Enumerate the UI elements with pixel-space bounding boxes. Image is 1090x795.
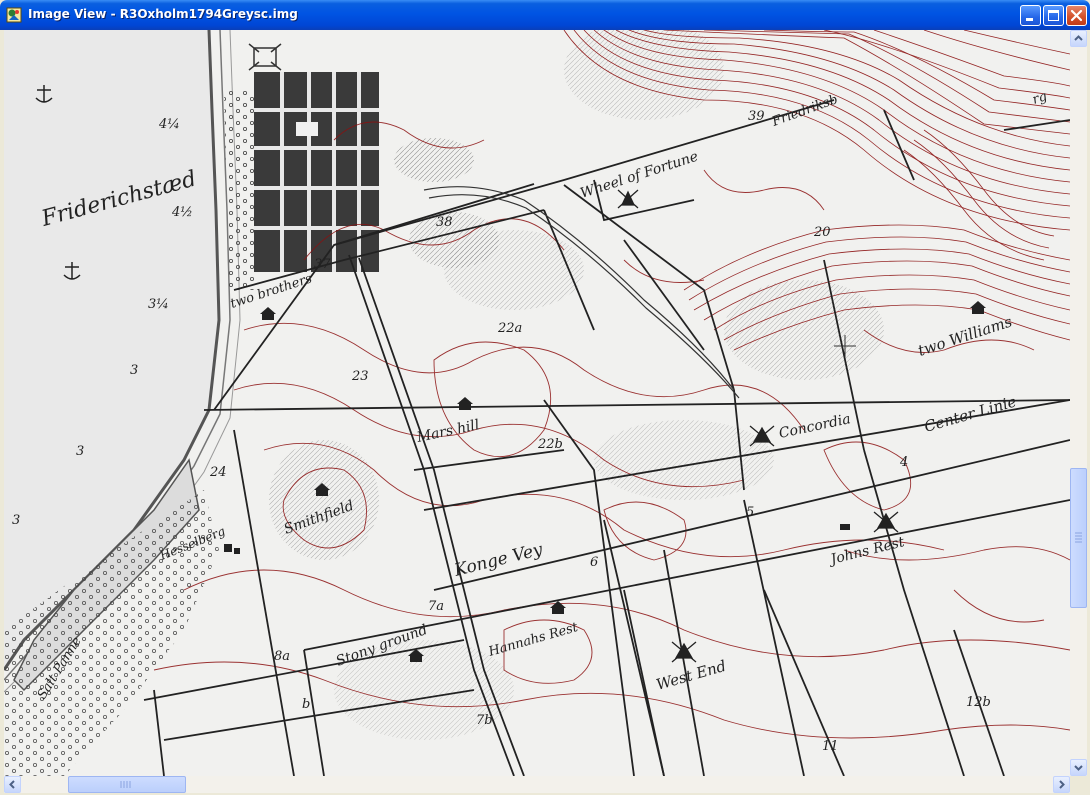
vertical-scroll-thumb[interactable]: [1070, 468, 1087, 608]
horizontal-scrollbar[interactable]: [4, 776, 1070, 793]
map-app-icon[interactable]: [6, 7, 22, 23]
scroll-up-button[interactable]: [1070, 30, 1087, 47]
arrow-up-icon: [1074, 35, 1083, 41]
close-button[interactable]: [1066, 5, 1087, 26]
lot-number: 11: [822, 739, 839, 754]
map-image-canvas[interactable]: Friderichstæd Wheel of Fortune two broth…: [4, 30, 1070, 776]
lot-number: 37: [314, 257, 331, 272]
lot-number: 8a: [274, 649, 290, 664]
lot-number: 4: [899, 455, 908, 470]
arrow-left-icon: [9, 780, 15, 789]
map-image[interactable]: Friderichstæd Wheel of Fortune two broth…: [4, 30, 1070, 776]
lot-number: 5: [746, 505, 754, 520]
arrow-right-icon: [1059, 780, 1065, 789]
scroll-right-button[interactable]: [1053, 776, 1070, 793]
lot-number: 23: [351, 369, 369, 384]
lot-number: 39: [748, 109, 765, 124]
house-icon: [840, 524, 850, 530]
sounding: 3: [130, 363, 138, 378]
minimize-icon: [1026, 18, 1033, 21]
horizontal-scroll-thumb[interactable]: [68, 776, 186, 793]
scrollbar-corner: [1070, 776, 1087, 793]
sounding: 3: [76, 444, 84, 459]
lot-number: 24: [209, 465, 227, 480]
lot-number: 7b: [476, 713, 493, 728]
arrow-down-icon: [1074, 765, 1083, 771]
lot-number: 20: [813, 225, 831, 240]
lot-number: 12b: [966, 695, 991, 710]
lot-number: 6: [590, 555, 598, 570]
close-icon: [1070, 9, 1083, 22]
sounding: 3¼: [148, 297, 169, 312]
vertical-scrollbar[interactable]: [1070, 30, 1087, 776]
scroll-down-button[interactable]: [1070, 759, 1087, 776]
maximize-button[interactable]: [1043, 5, 1064, 26]
grip-icon: [1075, 532, 1082, 543]
minimize-button[interactable]: [1020, 5, 1041, 26]
lot-number: 38: [436, 215, 453, 230]
grip-icon: [120, 781, 131, 788]
lot-number: 22a: [497, 321, 522, 336]
sounding: 4½: [171, 205, 193, 220]
title-bar[interactable]: Image View - R3Oxholm1794Greysc.img: [0, 0, 1090, 30]
image-view-window: Image View - R3Oxholm1794Greysc.img Frid…: [0, 0, 1090, 795]
lot-number: 7a: [428, 599, 444, 614]
scroll-left-button[interactable]: [4, 776, 21, 793]
sounding: 3: [12, 513, 20, 528]
lot-number: b: [302, 697, 310, 712]
lot-number: 22b: [537, 437, 563, 452]
sounding: 4¼: [158, 117, 180, 132]
maximize-icon: [1048, 10, 1059, 21]
window-title: Image View - R3Oxholm1794Greysc.img: [28, 7, 298, 21]
